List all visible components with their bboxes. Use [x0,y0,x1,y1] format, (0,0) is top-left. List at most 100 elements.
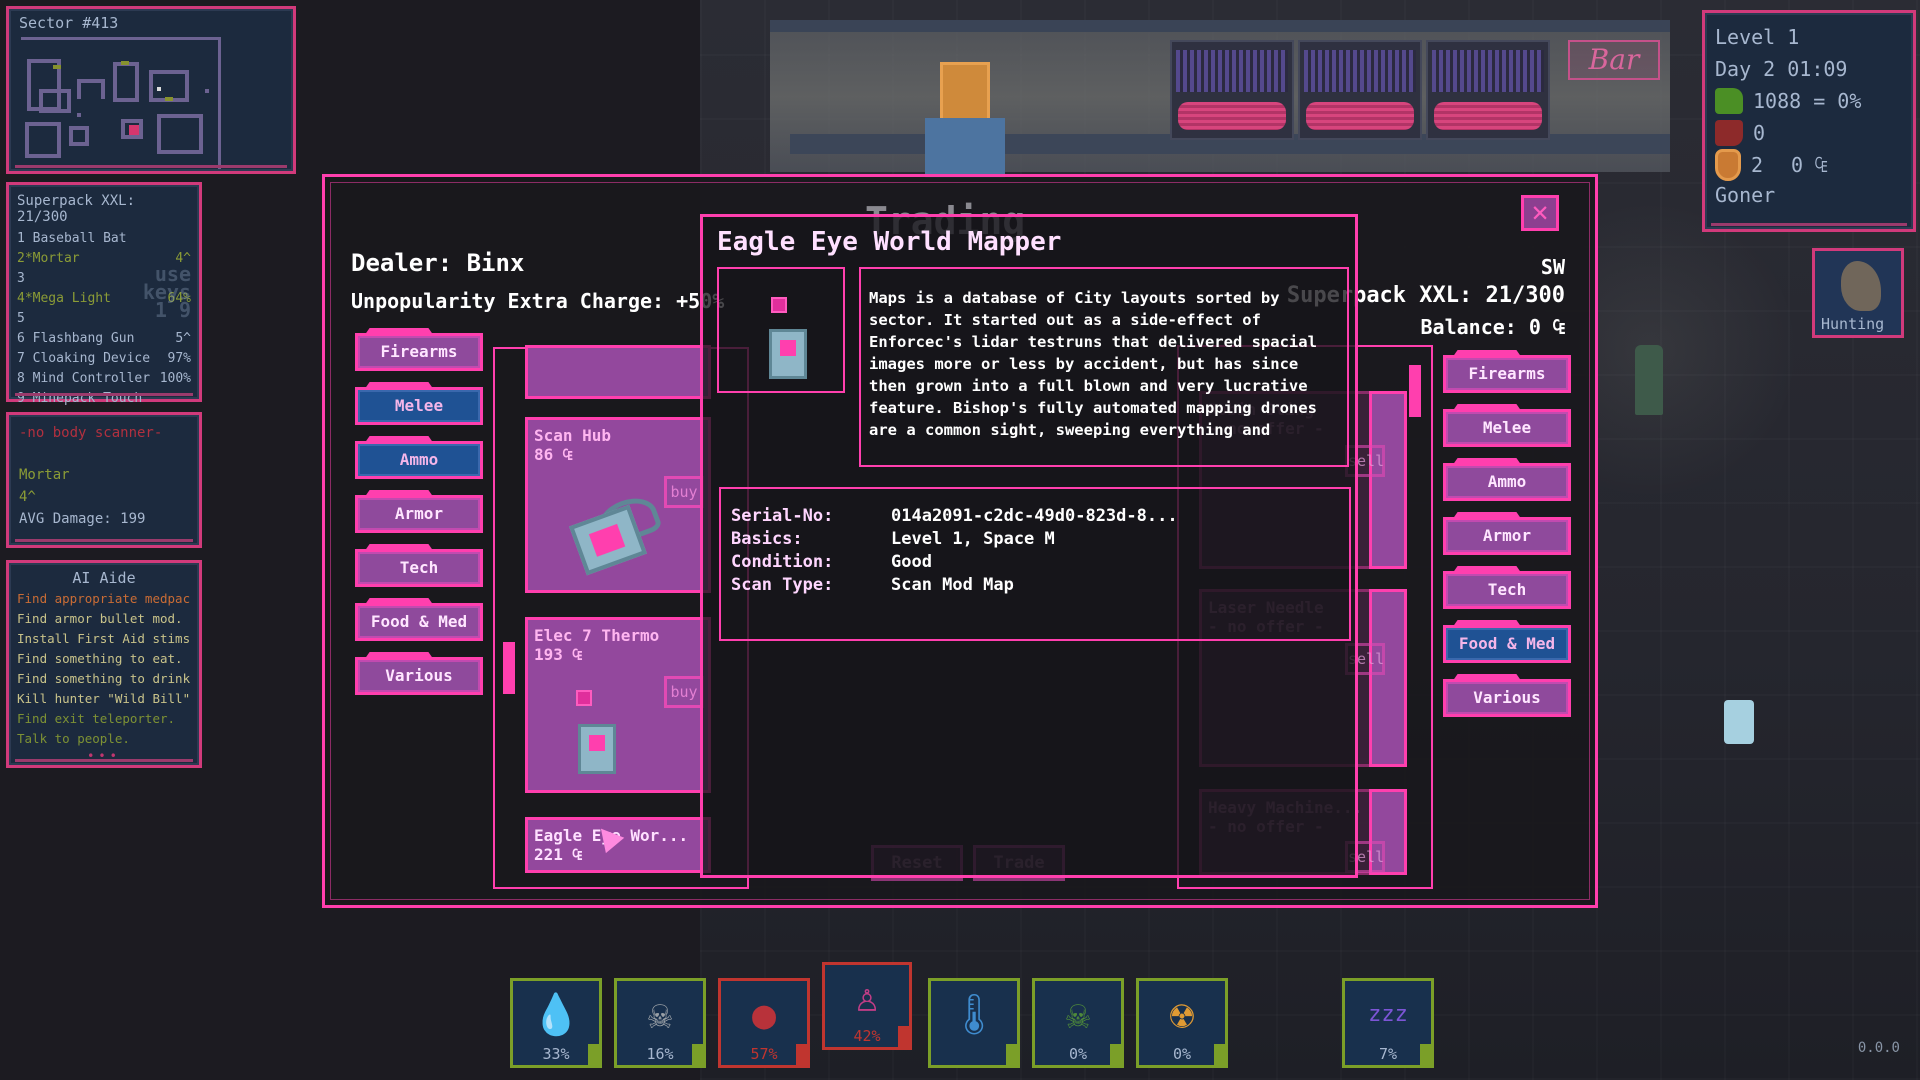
water-drop-crossed-icon: 💧 [531,991,581,1038]
hunter-portrait-icon [1841,261,1881,311]
buy-button[interactable]: buy [664,676,704,708]
aide-task[interactable]: Find something to eat. [17,649,191,669]
weapon-level: 4^ [19,489,36,505]
player-list-scrollbar[interactable] [1409,365,1421,417]
dealer-tab-ammo[interactable]: Ammo [355,441,483,479]
item-properties: Serial-No: 014a2091-c2dc-49d0-823d-8... Ba… [719,487,1351,641]
close-button[interactable]: ✕ [1521,195,1559,231]
slot-value: 97% [167,351,191,366]
inventory-slot[interactable]: 7 Cloaking Device 97% [17,349,191,369]
item-description: Maps is a database of City layouts sorte… [869,289,1317,439]
aide-task[interactable]: Find armor bullet mod. [17,609,191,629]
aide-task[interactable]: Talk to people. [17,729,191,749]
npc-character[interactable] [1635,345,1663,415]
player-tab-food-med[interactable]: Food & Med [1443,625,1571,663]
canister-object[interactable] [1724,700,1754,744]
map-marker [205,89,209,93]
hunting-indicator[interactable]: Hunting [1812,248,1904,338]
slot-machine-robot[interactable] [940,62,990,122]
property-key: Scan Type: [731,575,834,595]
aide-task[interactable]: Find something to drink. [17,669,191,689]
more-tasks-indicator[interactable]: ••• [17,749,191,763]
buy-button[interactable]: buy [664,476,704,508]
status-body[interactable]: ♙ 42% [822,962,912,1050]
property-row: Condition: Good [731,551,1339,574]
bottle-shelf [1170,40,1294,140]
weapon-name: Mortar [19,467,70,483]
map-room [77,79,105,99]
dealer-tab-armor[interactable]: Armor [355,495,483,533]
property-value: Level 1, Space M [891,529,1055,549]
status-radiation[interactable]: ☢ 0% [1136,978,1228,1068]
map-room [25,122,61,158]
inventory-slot[interactable]: 6 Flashbang Gun 5^ [17,329,191,349]
dealer-tab-food-med[interactable]: Food & Med [355,603,483,641]
map-door [53,65,61,69]
dealer-list-scrollbar[interactable] [503,642,515,694]
inventory-slot[interactable]: 1 Baseball Bat [17,229,191,249]
detail-title: Eagle Eye World Mapper [717,227,1062,257]
aide-task[interactable]: Find appropriate medpacks. [17,589,191,609]
status-value: 33% [542,1045,570,1063]
map-marker [157,87,161,91]
map-room [39,89,71,113]
status-poison[interactable]: ☠ 0% [1032,978,1124,1068]
slot-label: 2*Mortar [17,251,80,266]
bar-sign: Bar [1568,40,1660,80]
property-key: Basics: [731,529,803,549]
map-door [165,97,173,101]
aide-task[interactable]: Kill hunter "Wild Bill". [17,689,191,709]
player-stats-panel: Level 1 Day 2 01:09 1088 = 0% 0 2 0 ₠ Gon… [1702,10,1916,232]
player-balance: Balance: 0 ₠ [1420,315,1566,339]
dealer-item-card-hovered[interactable]: Eagle Eye Wor... 221 ₠ [525,817,711,873]
unpopularity-charge: Unpopularity Extra Charge: +50% [351,289,725,313]
status-value: 42% [853,1027,881,1045]
day-time: Day 2 01:09 [1715,57,1848,81]
item-price: 221 ₠ [534,845,583,864]
player-tab-melee[interactable]: Melee [1443,409,1571,447]
status-sleep[interactable]: zzz 7% [1342,978,1434,1068]
player-rank: Goner [1715,183,1776,207]
antenna-icon [771,297,787,313]
slot-value: 5^ [175,331,191,346]
dealer-item-card[interactable]: Scan Hub 86 ₠ buy [525,417,711,593]
ai-aide-panel: AI Aide Find appropriate medpacks.Find a… [6,560,202,768]
map-room [157,114,203,154]
slot-value: 100% [159,371,191,386]
player-tab-armor[interactable]: Armor [1443,517,1571,555]
inventory-slot[interactable]: 8 Mind Controller 100% [17,369,191,389]
status-blood[interactable]: ● 57% [718,978,810,1068]
dealer-tab-firearms[interactable]: Firearms [355,333,483,371]
status-thirst[interactable]: 💧 33% [510,978,602,1068]
bottle-shelf [1426,40,1550,140]
inventory-slot[interactable]: 9 Minepack Touch [17,389,191,409]
dealer-item-partial[interactable] [525,345,711,399]
status-temperature[interactable]: 🌡 [928,978,1020,1068]
dealer-tab-various[interactable]: Various [355,657,483,695]
bounty-count: 2 [1751,153,1764,177]
aide-task[interactable]: Find exit teleporter. [17,709,191,729]
item-detail-popup: Eagle Eye World Mapper Maps is a databas… [700,214,1358,878]
dealer-item-card[interactable]: Elec 7 Thermo 193 ₠ buy [525,617,711,793]
property-row: Scan Type: Scan Mod Map [731,574,1339,597]
sell-strip [1369,391,1407,569]
player-tab-tech[interactable]: Tech [1443,571,1571,609]
bounty-badge-icon [1715,149,1741,181]
player-tab-firearms[interactable]: Firearms [1443,355,1571,393]
dealer-tab-melee[interactable]: Melee [355,387,483,425]
antenna-icon [576,690,592,706]
property-row: Serial-No: 014a2091-c2dc-49d0-823d-8... [731,505,1339,528]
dealer-tab-tech[interactable]: Tech [355,549,483,587]
corner-marker [692,1044,706,1068]
map-door [121,61,129,65]
status-hunger[interactable]: ☠ 16% [614,978,706,1068]
player-tab-various[interactable]: Various [1443,679,1571,717]
ai-aide-title: AI Aide [72,569,136,587]
world-mapper-icon [769,329,807,379]
thermometer-icon: 🌡 [948,991,1000,1038]
item-price: 86 ₠ [534,445,573,464]
aide-task[interactable]: Install First Aid stims for... [17,629,191,649]
player-tab-ammo[interactable]: Ammo [1443,463,1571,501]
map-room [113,62,139,102]
radiation-icon: ☢ [1169,991,1195,1038]
